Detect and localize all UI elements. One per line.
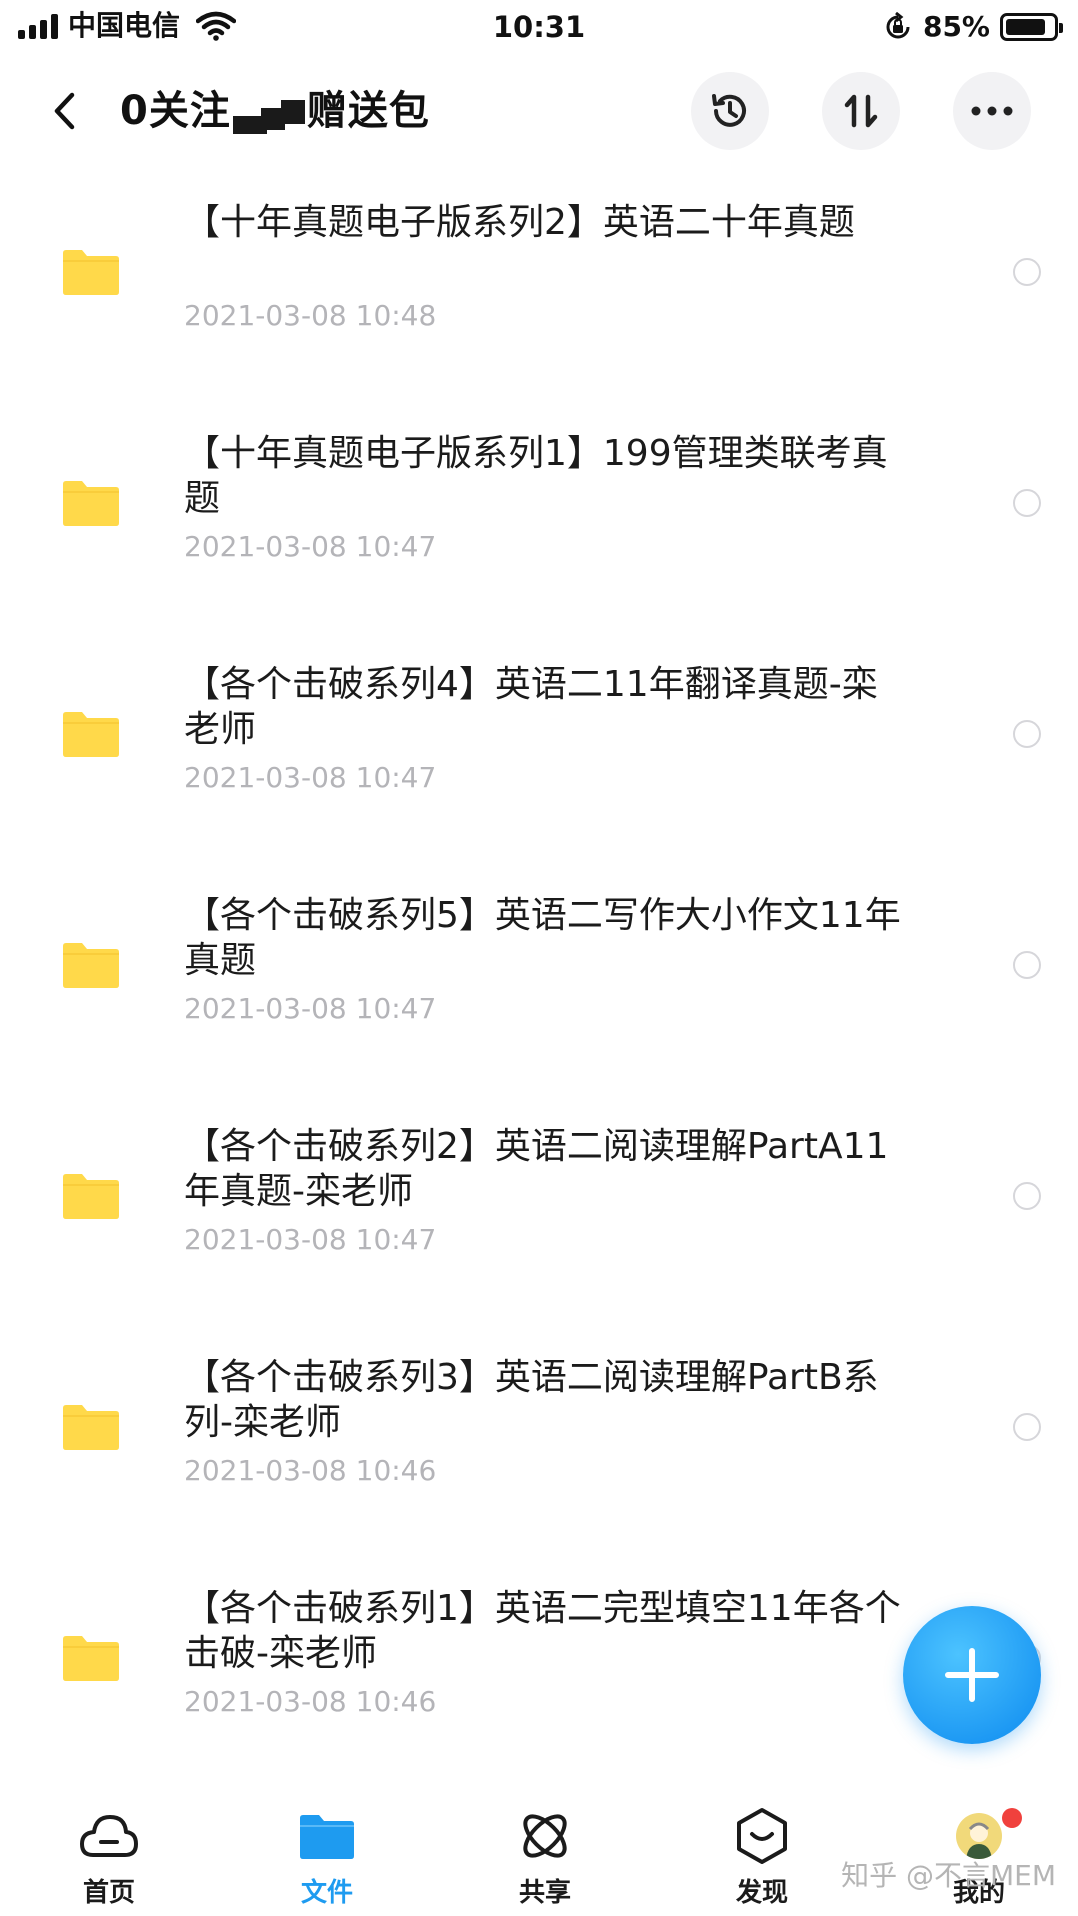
- file-name: 【各个击破系列3】英语二阅读理解PartB系列-栾老师: [184, 1357, 879, 1443]
- file-name: 【各个击破系列5】英语二写作大小作文11年真题: [184, 895, 901, 981]
- file-list: 【十年真题电子版系列2】英语二十年真题 2021-03-08 10:48 【十年…: [0, 178, 1078, 1795]
- cloud-icon: [79, 1806, 139, 1866]
- title-prefix: 0关注: [120, 88, 231, 134]
- select-checkbox[interactable]: [1013, 489, 1041, 517]
- tab-label: 首页: [82, 1878, 135, 1908]
- file-name: 【十年真题电子版系列1】199管理类联考真题: [184, 433, 888, 519]
- status-right: 85%: [883, 10, 1063, 44]
- rotation-lock-icon: [886, 12, 910, 39]
- file-date: 2021-03-08 10:47: [184, 992, 437, 1025]
- file-name: 【各个击破系列2】英语二阅读理解PartA11年真题-栾老师: [184, 1126, 889, 1212]
- file-date: 2021-03-08 10:46: [184, 1685, 437, 1718]
- file-row[interactable]: 【各个击破系列2】英语二阅读理解PartA11年真题-栾老师 2021-03-0…: [0, 1102, 1078, 1333]
- select-checkbox[interactable]: [1013, 951, 1041, 979]
- more-horizontal-icon: [971, 106, 1013, 116]
- sort-icon: [844, 94, 878, 128]
- folder-icon: [297, 1806, 357, 1866]
- bottom-nav: 首页 文件 共享 发现 我的 知乎 @不言MEM: [0, 1796, 1078, 1916]
- tab-share[interactable]: 共享: [470, 1796, 620, 1916]
- file-name: 【十年真题电子版系列2】英语二十年真题: [184, 202, 855, 243]
- folder-icon: [63, 250, 119, 295]
- battery-percent: 85%: [922, 10, 990, 43]
- battery-icon: [1000, 13, 1063, 41]
- share-orbit-icon: [515, 1806, 575, 1866]
- file-date: 2021-03-08 10:46: [184, 1454, 437, 1487]
- select-checkbox[interactable]: [1013, 1182, 1041, 1210]
- title-suffix: 赠送包: [306, 88, 430, 134]
- file-date: 2021-03-08 10:47: [184, 530, 437, 563]
- file-name: 【各个击破系列1】英语二完型填空11年各个击破-栾老师: [184, 1588, 901, 1674]
- avatar: [956, 1813, 1002, 1859]
- add-button[interactable]: [903, 1606, 1041, 1744]
- file-row[interactable]: 【十年真题电子版系列2】英语二十年真题 2021-03-08 10:48: [0, 178, 1078, 409]
- select-checkbox[interactable]: [1013, 1413, 1041, 1441]
- redaction-mark: [232, 90, 305, 134]
- file-row[interactable]: 【各个击破系列5】英语二写作大小作文11年真题 2021-03-08 10:47: [0, 871, 1078, 1102]
- tab-label: 共享: [518, 1878, 571, 1908]
- file-row[interactable]: 【十年真题电子版系列1】199管理类联考真题 2021-03-08 10:47: [0, 409, 1078, 640]
- select-checkbox[interactable]: [1013, 258, 1041, 286]
- folder-icon: [63, 481, 119, 526]
- tab-mine[interactable]: 我的: [904, 1796, 1054, 1916]
- file-date: 2021-03-08 10:47: [184, 1223, 437, 1256]
- tab-files[interactable]: 文件: [252, 1796, 402, 1916]
- folder-icon: [63, 1405, 119, 1450]
- folder-icon: [63, 943, 119, 988]
- more-button[interactable]: [953, 72, 1031, 150]
- folder-icon: [63, 1174, 119, 1219]
- sort-button[interactable]: [822, 72, 900, 150]
- file-date: 2021-03-08 10:47: [184, 761, 437, 794]
- tab-label: 文件: [300, 1878, 353, 1908]
- status-bar: 中国电信 10:31 85%: [0, 0, 1078, 56]
- file-name: 【各个击破系列4】英语二11年翻译真题-栾老师: [184, 664, 878, 750]
- file-date: 2021-03-08 10:48: [184, 299, 437, 332]
- back-button[interactable]: [40, 86, 88, 136]
- tab-label: 发现: [735, 1878, 788, 1908]
- discover-icon: [732, 1806, 792, 1866]
- folder-icon: [63, 712, 119, 757]
- notification-badge: [1002, 1808, 1022, 1828]
- plus-icon: [945, 1648, 999, 1702]
- file-row[interactable]: 【各个击破系列4】英语二11年翻译真题-栾老师 2021-03-08 10:47: [0, 640, 1078, 871]
- avatar-icon: [949, 1806, 1009, 1866]
- folder-icon: [63, 1636, 119, 1681]
- file-row[interactable]: 【各个击破系列3】英语二阅读理解PartB系列-栾老师 2021-03-08 1…: [0, 1333, 1078, 1564]
- page-title: 0关注 赠送包: [120, 84, 430, 138]
- chevron-left-icon: [54, 92, 75, 130]
- select-checkbox[interactable]: [1013, 720, 1041, 748]
- history-icon: [712, 94, 746, 127]
- watermark: 知乎 @不言MEM: [841, 1859, 1056, 1892]
- tab-home[interactable]: 首页: [34, 1796, 184, 1916]
- tab-discover[interactable]: 发现: [687, 1796, 837, 1916]
- battery-fill: [1006, 19, 1046, 35]
- history-button[interactable]: [691, 72, 769, 150]
- header: 0关注 赠送包: [0, 70, 1078, 152]
